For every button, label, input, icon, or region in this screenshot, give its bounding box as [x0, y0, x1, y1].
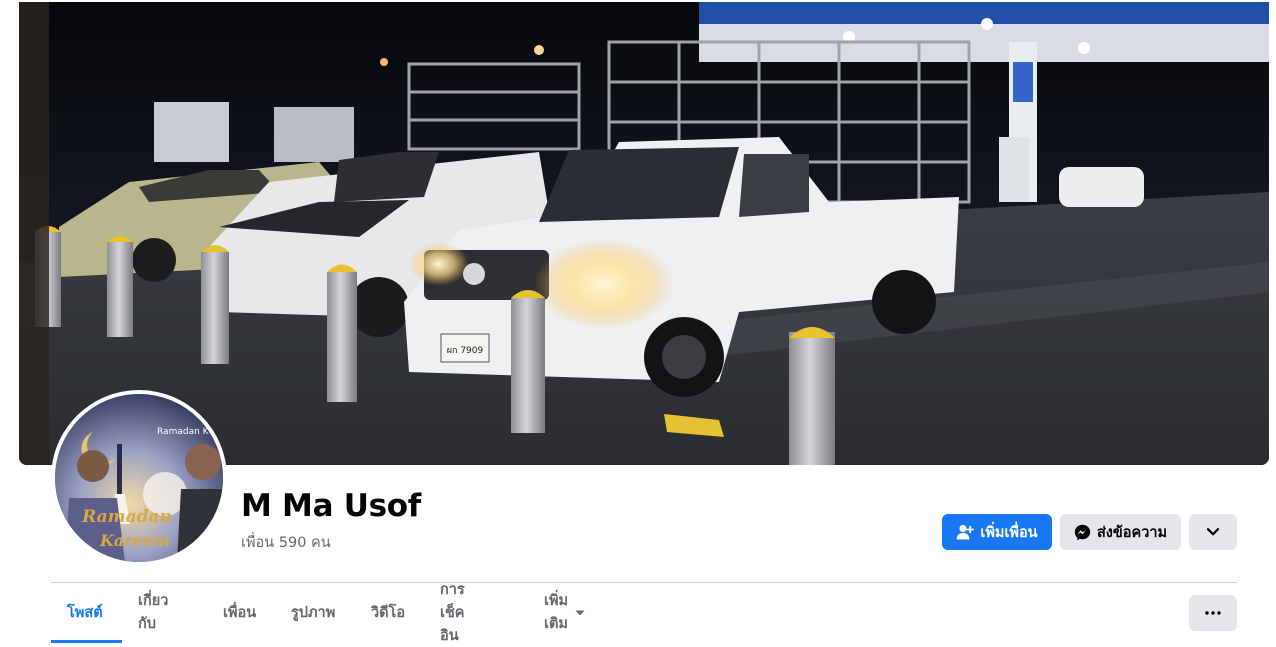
tab-about[interactable]: เกี่ยวกับ — [138, 583, 168, 641]
tab-label: การเช็คอิน — [440, 581, 465, 644]
cover-photo[interactable]: ผก 7909 — [19, 2, 1269, 465]
tab-label: โพสต์ — [67, 604, 103, 621]
avatar-caption-script-1: Ramadan — [81, 507, 172, 527]
profile-dropdown-button[interactable] — [1189, 514, 1237, 550]
friend-count[interactable]: เพื่อน 590 คน — [241, 531, 331, 554]
avatar-caption-top: Ramadan K — [157, 427, 210, 437]
messenger-icon — [1074, 524, 1091, 541]
avatar-caption-script-2: Kareem — [99, 531, 170, 550]
tab-more[interactable]: เพิ่มเติม — [544, 583, 585, 641]
profile-options-button[interactable] — [1189, 595, 1237, 631]
add-friend-button[interactable]: เพิ่มเพื่อน — [942, 514, 1052, 550]
tab-label: วิดีโอ — [371, 604, 406, 621]
tab-label: รูปภาพ — [291, 604, 336, 621]
profile-picture[interactable]: Ramadan K Ramadan Kareem — [55, 394, 223, 562]
tab-label: เพื่อน — [223, 604, 257, 621]
tab-friends[interactable]: เพื่อน — [223, 583, 256, 641]
message-button[interactable]: ส่งข้อความ — [1060, 514, 1181, 550]
license-plate: ผก 7909 — [447, 346, 484, 356]
chevron-down-icon — [1207, 528, 1219, 536]
message-label: ส่งข้อความ — [1096, 524, 1168, 541]
tab-label: เกี่ยวกับ — [138, 593, 169, 632]
person-plus-icon — [956, 524, 975, 540]
profile-picture-frame[interactable]: Ramadan K Ramadan Kareem — [51, 390, 227, 566]
tab-photos[interactable]: รูปภาพ — [291, 583, 335, 641]
caret-down-icon — [575, 604, 585, 620]
tab-videos[interactable]: วิดีโอ — [371, 583, 405, 641]
add-friend-label: เพิ่มเพื่อน — [980, 524, 1038, 541]
profile-name: M Ma Usof — [241, 488, 421, 524]
tab-label: เพิ่มเติม — [544, 593, 569, 632]
tab-posts[interactable]: โพสต์ — [67, 583, 103, 641]
tab-checkins[interactable]: การเช็คอิน — [440, 582, 465, 644]
ellipsis-icon — [1205, 611, 1221, 615]
